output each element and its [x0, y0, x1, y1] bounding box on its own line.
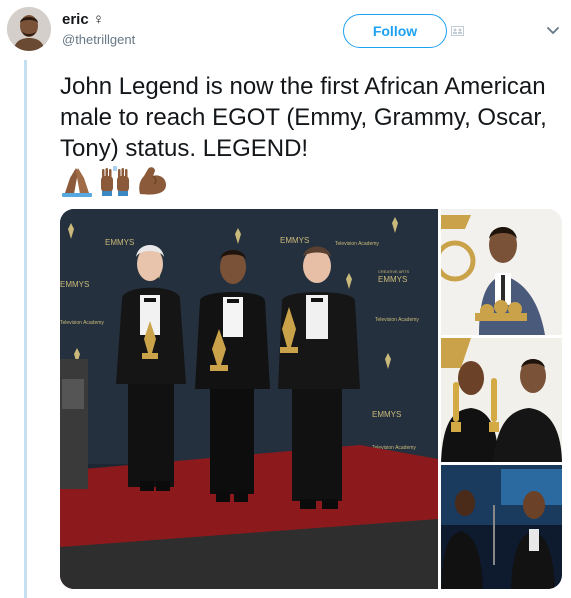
follow-people-icon: [451, 26, 464, 36]
backdrop-emmys-text: EMMYS: [60, 280, 89, 289]
side-photo-oscar[interactable]: [441, 338, 562, 462]
follow-button[interactable]: Follow: [343, 14, 447, 48]
side-photo-grammy[interactable]: [441, 209, 562, 335]
backdrop-emmys-text: EMMYS: [372, 410, 401, 419]
username[interactable]: @thetrillgent: [62, 31, 135, 49]
backdrop-creative-arts-text: CREATIVE ARTS: [378, 269, 410, 274]
chevron-down-icon[interactable]: [546, 26, 560, 36]
backdrop-emmys-text: EMMYS: [280, 236, 309, 245]
flexed-biceps-icon: [139, 167, 166, 195]
thread-line: [24, 60, 27, 598]
tweet-media[interactable]: EMMYS EMMYS EMMYS EMMYS CREATIVE ARTS EM…: [60, 209, 562, 589]
tweet-text: John Legend is now the first African Ame…: [60, 73, 547, 162]
backdrop-emmys-text: EMMYS: [378, 275, 407, 284]
backdrop-academy-text: Television Academy: [60, 320, 104, 326]
avatar[interactable]: [7, 7, 51, 51]
backdrop-emmys-text: EMMYS: [105, 238, 134, 247]
side-photo-tony[interactable]: [441, 465, 562, 589]
folded-hands-icon: [62, 168, 92, 197]
emoji-row: [60, 164, 170, 198]
display-name[interactable]: eric ♀: [62, 10, 135, 30]
tweet-header: eric ♀ @thetrillgent: [62, 10, 135, 49]
backdrop-academy-text: Television Academy: [375, 317, 419, 323]
raised-hands-icon: [101, 166, 129, 196]
main-photo[interactable]: EMMYS EMMYS EMMYS EMMYS CREATIVE ARTS EM…: [60, 209, 438, 589]
backdrop-academy-text: Television Academy: [335, 241, 379, 247]
avatar-image: [7, 7, 51, 51]
